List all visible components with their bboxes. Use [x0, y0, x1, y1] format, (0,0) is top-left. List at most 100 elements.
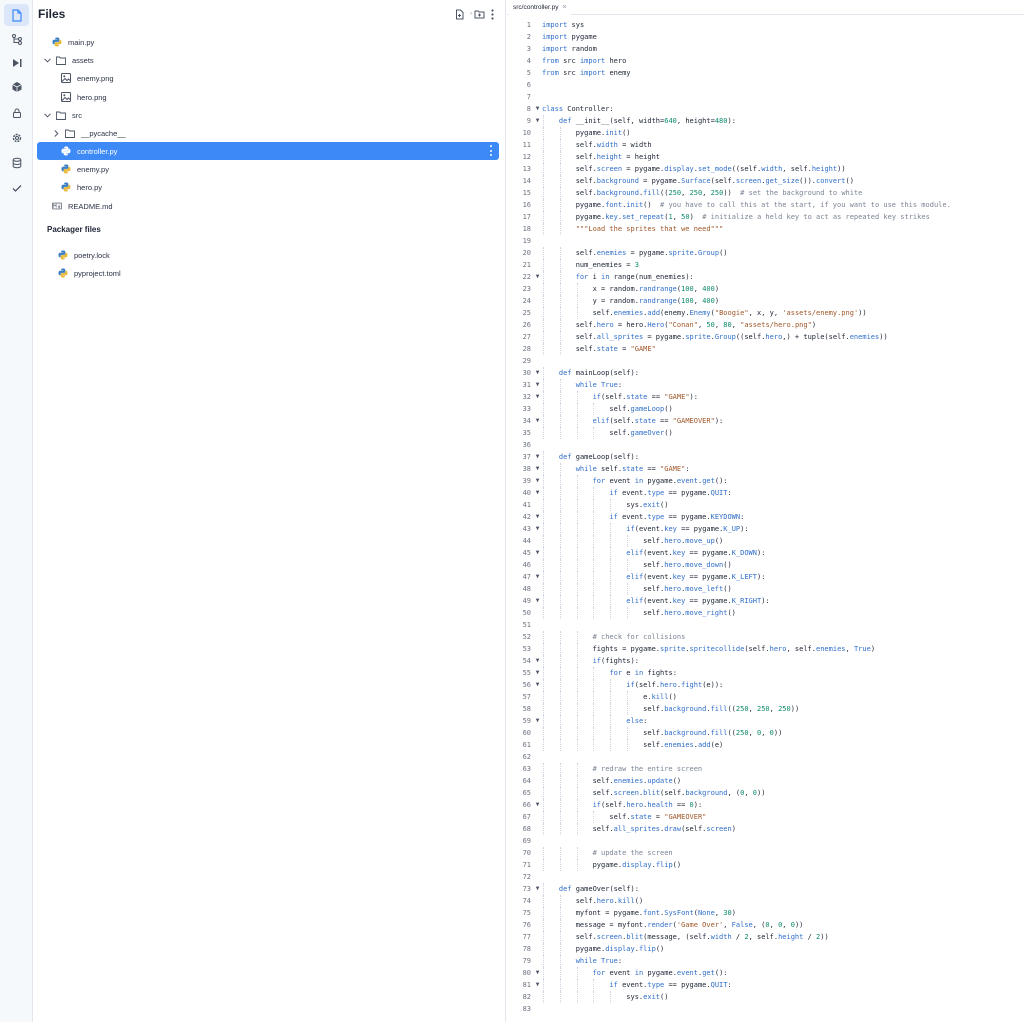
code-text: if(self.state == "GAME"):	[592, 393, 698, 401]
code-line: 7	[507, 91, 1024, 103]
line-number: 31	[522, 381, 531, 389]
fold-toggle-icon[interactable]: ▼	[534, 367, 541, 379]
code-line: 18 """Load the sprites that we need"""	[507, 223, 1024, 235]
fold-toggle-icon[interactable]: ▼	[534, 487, 541, 499]
editor-tab-bar: src/controller.py ×	[507, 0, 1024, 15]
fold-toggle-icon[interactable]: ▼	[534, 679, 541, 691]
code-text: if(event.key == pygame.K_UP):	[626, 525, 749, 533]
code-line: 4 from src import hero	[507, 55, 1024, 67]
tree-item-label: src	[72, 110, 82, 120]
close-tab-icon[interactable]: ×	[563, 4, 567, 11]
fold-toggle-icon[interactable]: ▼	[534, 979, 541, 991]
code-line: 2 import pygame	[507, 31, 1024, 43]
line-number: 76	[522, 921, 531, 929]
code-text: if event.type == pygame.KEYDOWN:	[609, 513, 745, 521]
line-number: 57	[522, 693, 531, 701]
new-folder-icon[interactable]	[473, 6, 485, 22]
tree-item-label: enemy.py	[77, 164, 109, 174]
check-icon[interactable]	[4, 177, 29, 199]
code-text: self.enemies.add(e)	[542, 741, 724, 749]
code-line: 67 self.state = "GAMEOVER"	[507, 811, 1024, 823]
fold-toggle-icon[interactable]: ▼	[534, 715, 541, 727]
line-number: 30	[522, 369, 531, 377]
files-icon[interactable]	[4, 4, 29, 26]
fold-toggle-icon[interactable]: ▼	[534, 523, 541, 535]
code-text: from src import hero	[542, 57, 627, 65]
code-line: 71 pygame.display.flip()	[507, 859, 1024, 871]
fold-toggle-icon[interactable]: ▼	[534, 475, 541, 487]
fold-toggle-icon[interactable]: ▼	[534, 451, 541, 463]
code-area[interactable]: 1 import sys 2 import pygame 3 import random 4…	[507, 19, 1024, 1015]
chevron-down-icon[interactable]	[43, 112, 51, 118]
line-number: 68	[522, 825, 531, 833]
database-icon[interactable]	[4, 152, 29, 174]
tree-folder[interactable]: assets	[37, 51, 499, 69]
code-text: def gameOver(self):	[558, 885, 639, 893]
line-number: 60	[522, 729, 531, 737]
line-number: 64	[522, 777, 531, 785]
fold-toggle-icon[interactable]: ▼	[534, 103, 541, 115]
line-number: 6	[526, 81, 531, 89]
fold-toggle-icon[interactable]: ▼	[534, 967, 541, 979]
packager-file-label: poetry.lock	[74, 250, 110, 260]
line-number: 8	[526, 105, 531, 113]
packages-icon[interactable]	[4, 76, 29, 98]
line-number: 42	[522, 513, 531, 521]
new-file-icon[interactable]	[453, 6, 467, 22]
more-options-icon[interactable]	[488, 6, 496, 22]
code-text: class Controller:	[542, 105, 614, 113]
tree-file[interactable]: enemy.png	[37, 69, 499, 87]
code-line: 77 self.screen.blit(message, (self.width…	[507, 931, 1024, 943]
fold-toggle-icon[interactable]: ▼	[534, 115, 541, 127]
line-number: 65	[522, 789, 531, 797]
tree-folder[interactable]: src	[37, 106, 499, 124]
fold-toggle-icon[interactable]: ▼	[534, 667, 541, 679]
code-line: 75 myfont = pygame.font.SysFont(None, 30…	[507, 907, 1024, 919]
code-text: self.enemies = pygame.sprite.Group()	[542, 249, 728, 257]
tab-controller-py[interactable]: src/controller.py ×	[509, 0, 571, 15]
packager-file[interactable]: poetry.lock	[37, 246, 499, 264]
fold-toggle-icon[interactable]: ▼	[534, 271, 541, 283]
row-more-options-icon[interactable]	[490, 145, 493, 156]
tree-file[interactable]: hero.py	[37, 178, 499, 196]
markdown-file-icon	[52, 201, 62, 211]
files-panel: Files › main.py assets enemy.png hero.png sr…	[33, 0, 506, 1022]
fold-toggle-icon[interactable]: ▼	[534, 883, 541, 895]
fold-toggle-icon[interactable]: ▼	[534, 571, 541, 583]
code-text: import pygame	[542, 33, 597, 41]
code-line: 21 num_enemies = 3	[507, 259, 1024, 271]
secrets-lock-icon[interactable]	[4, 102, 29, 124]
fold-toggle-icon[interactable]: ▼	[534, 799, 541, 811]
packager-file[interactable]: pyproject.toml	[37, 264, 499, 282]
chevron-right-icon[interactable]	[52, 129, 60, 137]
run-icon[interactable]	[4, 52, 29, 74]
line-number: 80	[522, 969, 531, 977]
fold-toggle-icon[interactable]: ▼	[534, 511, 541, 523]
settings-gear-icon[interactable]	[4, 127, 29, 149]
code-text: if(fights):	[592, 657, 639, 665]
line-number: 26	[522, 321, 531, 329]
code-text: message = myfont.render('Game Over', Fal…	[542, 921, 804, 929]
tree-folder[interactable]: __pycache__	[37, 124, 499, 142]
fold-toggle-icon[interactable]: ▼	[534, 391, 541, 403]
tree-file[interactable]: controller.py	[37, 142, 499, 160]
fold-toggle-icon[interactable]: ▼	[534, 463, 541, 475]
fold-toggle-icon[interactable]: ▼	[534, 595, 541, 607]
tree-file[interactable]: enemy.py	[37, 160, 499, 178]
tree-file[interactable]: README.md	[37, 197, 499, 215]
fold-toggle-icon[interactable]: ▼	[534, 379, 541, 391]
tree-file[interactable]: main.py	[37, 33, 499, 51]
line-number: 82	[522, 993, 531, 1001]
line-number: 33	[522, 405, 531, 413]
line-number: 62	[522, 753, 531, 761]
chevron-down-icon[interactable]	[43, 57, 51, 63]
code-line: 47 ▼ elif(event.key == pygame.K_LEFT):	[507, 571, 1024, 583]
fold-toggle-icon[interactable]: ▼	[534, 415, 541, 427]
code-line: 72	[507, 871, 1024, 883]
fold-toggle-icon[interactable]: ▼	[534, 547, 541, 559]
tree-file[interactable]: hero.png	[37, 88, 499, 106]
folder-icon	[56, 110, 66, 120]
git-icon[interactable]	[4, 28, 29, 50]
fold-toggle-icon[interactable]: ▼	[534, 655, 541, 667]
code-line: 28 self.state = "GAME"	[507, 343, 1024, 355]
